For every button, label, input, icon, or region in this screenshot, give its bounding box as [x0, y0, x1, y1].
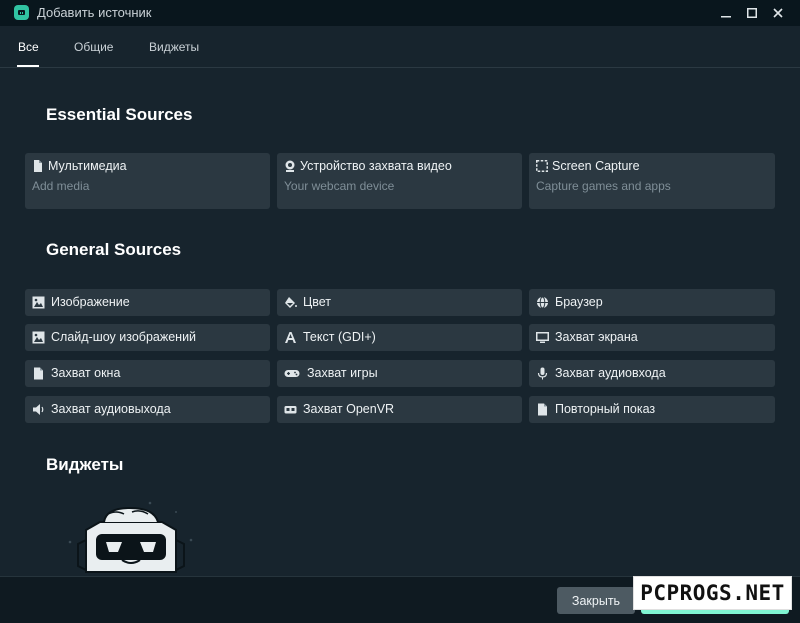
source-color[interactable]: Цвет	[277, 289, 522, 316]
source-slideshow[interactable]: Слайд-шоу изображений	[25, 324, 270, 351]
paint-bucket-icon	[284, 296, 297, 309]
add-source-dialog: Добавить источник Все Общие Виджеты Esse…	[0, 0, 800, 623]
watermark-text: PCPROGS.NET	[640, 581, 785, 605]
card-label: Устройство захвата видео	[300, 159, 452, 173]
source-browser[interactable]: Браузер	[529, 289, 775, 316]
source-label: Слайд-шоу изображений	[51, 330, 197, 344]
source-image[interactable]: Изображение	[25, 289, 270, 316]
source-game-capture[interactable]: Захват игры	[277, 360, 522, 387]
card-label: Screen Capture	[552, 159, 640, 173]
gamepad-icon	[284, 367, 300, 380]
tab-bar: Все Общие Виджеты	[0, 26, 800, 68]
text-icon	[284, 331, 297, 344]
source-label: Повторный показ	[555, 402, 656, 416]
image-icon	[32, 331, 45, 344]
source-label: Захват экрана	[555, 330, 638, 344]
source-label: Захват аудиовхода	[555, 366, 666, 380]
file-icon	[32, 160, 44, 172]
tab-general[interactable]: Общие	[74, 40, 113, 54]
general-sources-heading: General Sources	[46, 240, 182, 259]
card-label: Мультимедиа	[48, 159, 127, 173]
source-display-capture[interactable]: Захват экрана	[529, 324, 775, 351]
tab-widgets[interactable]: Виджеты	[149, 40, 199, 54]
card-description: Capture games and apps	[536, 179, 671, 193]
source-label: Цвет	[303, 295, 332, 309]
source-openvr[interactable]: Захват OpenVR	[277, 396, 522, 423]
close-button[interactable]: Закрыть	[557, 587, 635, 614]
source-window-capture[interactable]: Захват окна	[25, 360, 270, 387]
widgets-heading: Виджеты	[46, 455, 124, 474]
speaker-icon	[32, 403, 45, 416]
file-icon	[536, 403, 549, 416]
globe-icon	[536, 296, 549, 309]
vr-headset-icon	[284, 403, 297, 416]
source-audio-input[interactable]: Захват аудиовхода	[529, 360, 775, 387]
title-bar: Добавить источник	[0, 0, 800, 26]
monitor-icon	[536, 331, 549, 344]
minimize-icon[interactable]	[714, 1, 738, 25]
source-label: Захват аудиовыхода	[51, 402, 171, 416]
source-replay[interactable]: Повторный показ	[529, 396, 775, 423]
window-title: Добавить источник	[37, 5, 152, 20]
close-icon[interactable]	[766, 1, 790, 25]
card-description: Add media	[32, 179, 90, 193]
webcam-icon	[284, 160, 296, 172]
source-label: Браузер	[555, 295, 603, 309]
source-card-webcam[interactable]: Устройство захвата видео Your webcam dev…	[277, 153, 522, 209]
essential-sources-heading: Essential Sources	[46, 105, 193, 124]
source-label: Захват OpenVR	[303, 402, 395, 416]
source-label: Текст (GDI+)	[303, 330, 376, 344]
source-audio-output[interactable]: Захват аудиовыхода	[25, 396, 270, 423]
screen-capture-icon	[536, 160, 548, 172]
source-label: Захват игры	[307, 366, 378, 380]
microphone-icon	[536, 367, 549, 380]
tab-all[interactable]: Все	[18, 40, 39, 54]
source-text[interactable]: Текст (GDI+)	[277, 324, 522, 351]
source-label: Захват окна	[51, 366, 121, 380]
file-icon	[32, 367, 45, 380]
source-card-media[interactable]: Мультимедиа Add media	[25, 153, 270, 209]
widget-illustration	[66, 500, 196, 576]
source-card-screen-capture[interactable]: Screen Capture Capture games and apps	[529, 153, 775, 209]
source-label: Изображение	[51, 295, 130, 309]
card-description: Your webcam device	[284, 179, 395, 193]
active-tab-indicator	[17, 65, 39, 67]
app-logo-icon	[14, 5, 29, 20]
image-icon	[32, 296, 45, 309]
maximize-icon[interactable]	[740, 1, 764, 25]
watermark-logo: PCPROGS.NET	[633, 576, 792, 610]
